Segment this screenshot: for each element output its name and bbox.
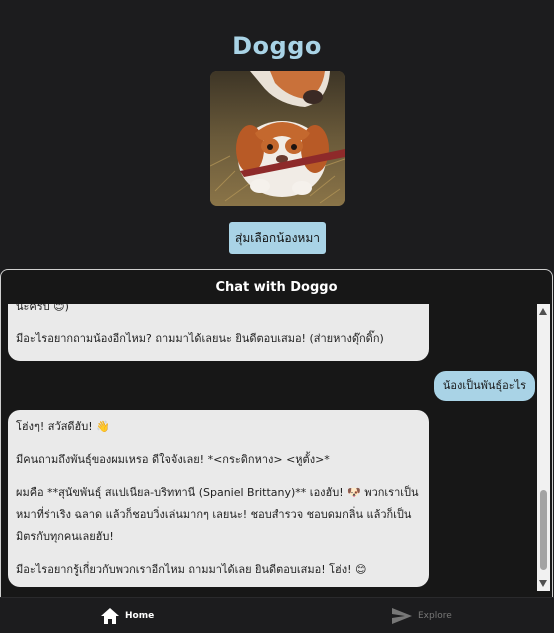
message-line bbox=[16, 318, 421, 328]
dog-photo bbox=[210, 71, 345, 206]
nav-explore-label: Explore bbox=[418, 610, 452, 621]
message-line: ผมคือ **สุนัขพันธุ์ สแปเนียล-บริททานี (S… bbox=[16, 486, 419, 499]
user-message: น้องเป็นพันธุ์อะไร bbox=[434, 371, 535, 401]
nav-explore[interactable]: Explore bbox=[392, 598, 452, 633]
message-line: มีอะไรอยากถามน้องอีกไหม? ถามมาได้เลยนะ ย… bbox=[16, 332, 384, 345]
send-icon bbox=[392, 607, 412, 624]
bot-message: นะครับ 😊) มีอะไรอยากถามน้องอีกไหม? ถามมา… bbox=[8, 304, 429, 361]
message-line bbox=[16, 548, 421, 559]
message-text: น้องเป็นพันธุ์อะไร bbox=[442, 379, 527, 392]
message-line: โฮ่งๆ! สวัสดีฮับ! 👋 bbox=[16, 420, 110, 433]
home-icon bbox=[101, 607, 119, 624]
message-line: มิตรกับทุกคนเลยฮับ! bbox=[16, 530, 114, 543]
app-title: Doggo bbox=[232, 32, 322, 60]
nav-home-label: Home bbox=[125, 610, 155, 621]
message-line: นะครับ 😊) bbox=[16, 304, 69, 313]
scroll-down-arrow-icon[interactable] bbox=[539, 580, 547, 587]
chat-panel: Chat with Doggo นะครับ 😊) มีอะไรอยากถามน… bbox=[0, 269, 553, 597]
chat-scrollbar[interactable] bbox=[537, 304, 550, 591]
header: Doggo สุ่มเลือกน้องหมา bbox=[0, 0, 554, 270]
nav-home[interactable]: Home bbox=[101, 598, 154, 633]
random-dog-button[interactable]: สุ่มเลือกน้องหมา bbox=[229, 222, 326, 254]
message-line: หมาที่ร่าเริง ฉลาด แล้วก็ชอบวิ่งเล่นมากๆ… bbox=[16, 508, 412, 521]
message-line: มีคนถามถึงพันธุ์ของผมเหรอ ดีใจจังเลย! *<… bbox=[16, 453, 330, 466]
message-line bbox=[16, 471, 421, 482]
bottom-nav: Home Explore bbox=[0, 597, 554, 633]
bot-message: โฮ่งๆ! สวัสดีฮับ! 👋 มีคนถามถึงพันธุ์ของผ… bbox=[8, 410, 429, 587]
message-line bbox=[16, 438, 421, 449]
chat-title: Chat with Doggo bbox=[215, 280, 338, 295]
message-line: มีอะไรอยากรู้เกี่ยวกับพวกเราอีกไหม ถามมา… bbox=[16, 563, 367, 576]
message-list[interactable]: นะครับ 😊) มีอะไรอยากถามน้องอีกไหม? ถามมา… bbox=[1, 304, 537, 597]
scrollbar-thumb[interactable] bbox=[540, 490, 547, 570]
scroll-up-arrow-icon[interactable] bbox=[539, 308, 547, 315]
